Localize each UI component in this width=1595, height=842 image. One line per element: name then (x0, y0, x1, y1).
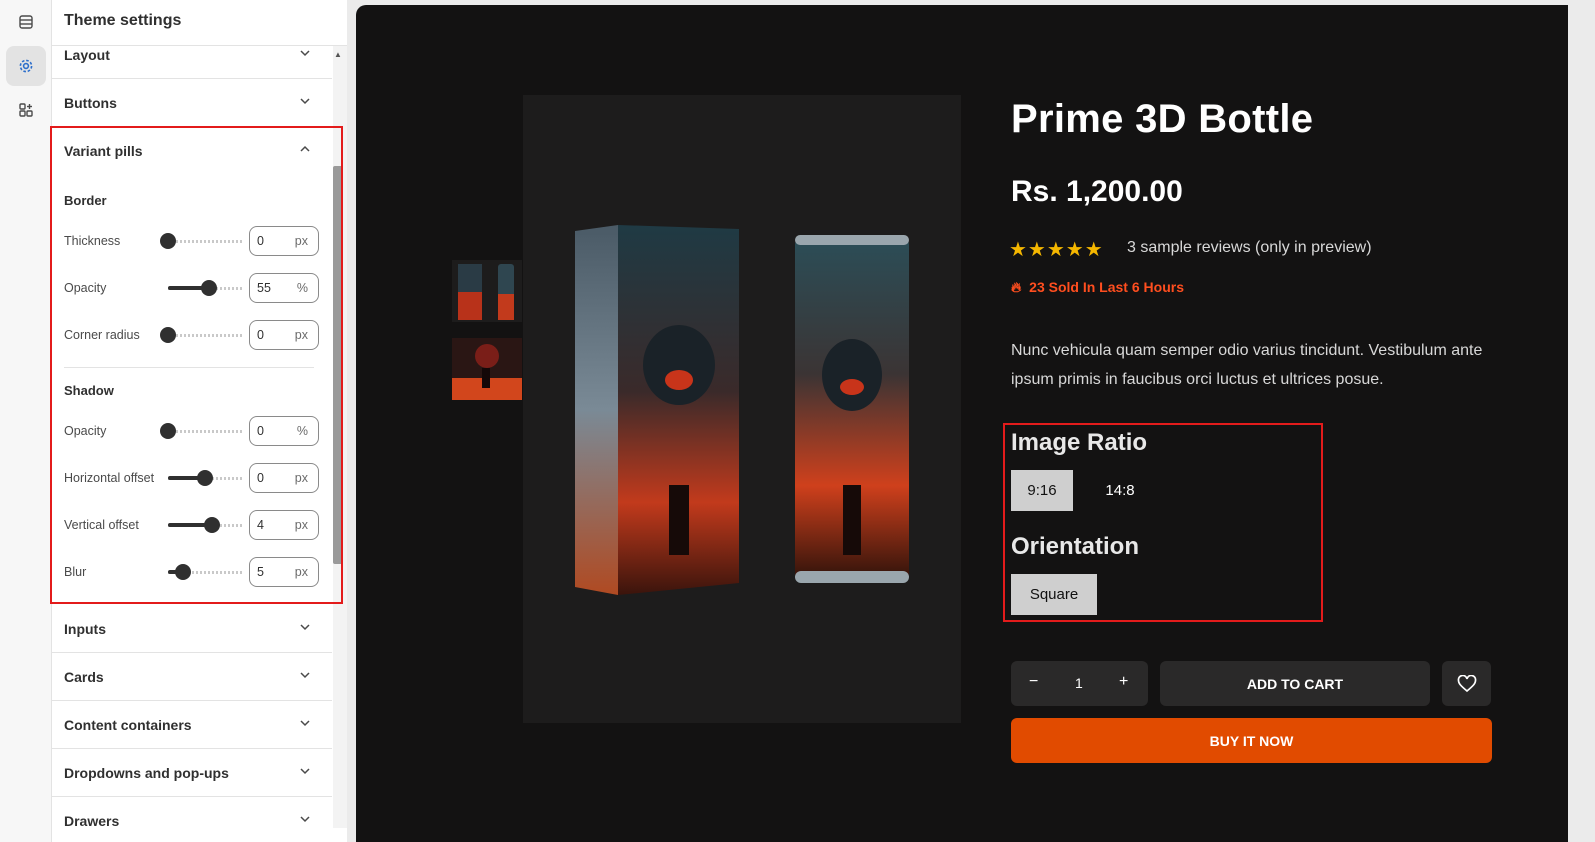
thumbnail-2[interactable] (452, 338, 522, 400)
section-layout[interactable]: Layout (52, 31, 332, 79)
add-to-cart-button[interactable]: ADD TO CART (1160, 661, 1430, 706)
sold-text: 23 Sold In Last 6 Hours (1029, 279, 1184, 295)
settings-gear-icon[interactable] (6, 46, 46, 86)
quantity-stepper[interactable]: − 1 + (1011, 661, 1148, 706)
chevron-down-icon (300, 624, 310, 631)
chevron-down-icon (300, 98, 310, 105)
rating-stars: ★★★★★ (1009, 239, 1104, 261)
product-description: Nunc vehicula quam semper odio varius ti… (1011, 342, 1483, 388)
product-price: Rs. 1,200.00 (1011, 175, 1183, 208)
section-label: Buttons (64, 95, 117, 111)
reviews-link[interactable]: 3 sample reviews (only in preview) (1127, 239, 1372, 257)
chevron-down-icon (300, 816, 310, 823)
product-main-image[interactable] (523, 95, 961, 723)
section-label: Cards (64, 669, 104, 685)
chevron-down-icon (300, 720, 310, 727)
variant-options-highlight (1003, 423, 1323, 622)
icon-rail (0, 0, 52, 842)
variant-pills-highlight (50, 126, 343, 604)
chevron-down-icon (300, 672, 310, 679)
wishlist-button[interactable] (1442, 661, 1491, 706)
section-drawers[interactable]: Drawers (52, 797, 332, 842)
section-cards[interactable]: Cards (52, 653, 332, 701)
product-title: Prime 3D Bottle (1011, 97, 1314, 141)
section-content-containers[interactable]: Content containers (52, 701, 332, 749)
section-label: Inputs (64, 621, 106, 637)
sold-indicator: 🔥︎ 23 Sold In Last 6 Hours (1011, 279, 1184, 296)
quantity-value[interactable]: 1 (1075, 675, 1083, 691)
section-label: Layout (64, 47, 110, 63)
product-artwork (575, 225, 909, 595)
flame-icon: 🔥︎ (1011, 279, 1022, 295)
section-dropdowns[interactable]: Dropdowns and pop-ups (52, 749, 332, 797)
sections-icon[interactable] (6, 2, 46, 42)
section-label: Content containers (64, 717, 192, 733)
section-buttons[interactable]: Buttons (52, 79, 332, 127)
apps-icon[interactable] (6, 90, 46, 130)
section-label: Dropdowns and pop-ups (64, 765, 229, 781)
heart-icon (1457, 674, 1476, 692)
storefront-preview: Prime 3D Bottle Rs. 1,200.00 ★★★★★ 3 sam… (356, 5, 1568, 842)
section-inputs[interactable]: Inputs (52, 605, 332, 653)
thumbnail-1[interactable] (452, 260, 522, 322)
chevron-down-icon (300, 768, 310, 775)
buy-now-button[interactable]: BUY IT NOW (1011, 718, 1492, 763)
scroll-up-icon[interactable]: ▲ (334, 50, 342, 59)
decrease-button[interactable]: − (1029, 673, 1038, 691)
panel-title: Theme settings (64, 12, 182, 29)
increase-button[interactable]: + (1119, 673, 1128, 691)
chevron-down-icon (300, 50, 310, 57)
section-label: Drawers (64, 813, 120, 829)
